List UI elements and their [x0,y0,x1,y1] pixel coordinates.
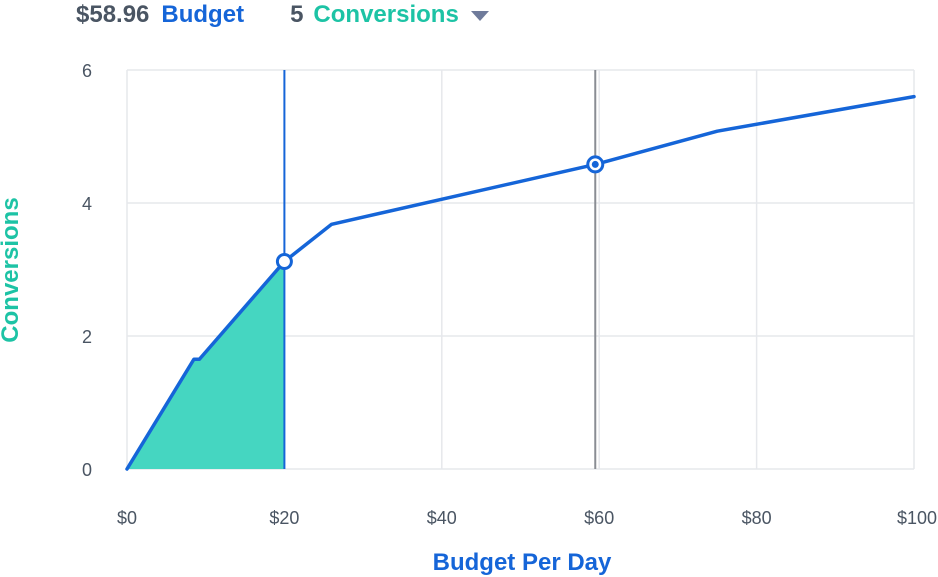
shaded-area [127,261,285,469]
x-axis-ticks: $0 $20 $40 $60 $80 $100 [117,508,937,528]
y-tick-label: 0 [82,460,92,480]
x-axis-title: Budget Per Day [433,549,612,576]
y-axis-ticks: 0 2 4 6 [82,61,92,480]
y-tick-label: 2 [82,327,92,347]
x-tick-label: $100 [897,508,937,528]
y-axis-title: Conversions [0,197,24,342]
x-tick-label: $40 [427,508,457,528]
x-tick-label: $0 [117,508,137,528]
shaded-area-layer [127,261,285,469]
conversions-chart: 0 2 4 6 $0 $20 $40 $60 $80 $100 Budget Per Day C… [0,61,937,576]
x-tick-label: $60 [584,508,614,528]
x-tick-label: $80 [742,508,772,528]
x-tick-label: $20 [269,508,299,528]
y-tick-label: 6 [82,61,92,81]
y-tick-label: 4 [82,194,92,214]
marker-point-inner [591,160,599,168]
marker-point-hollow [275,253,293,271]
marker-lines [283,70,597,469]
